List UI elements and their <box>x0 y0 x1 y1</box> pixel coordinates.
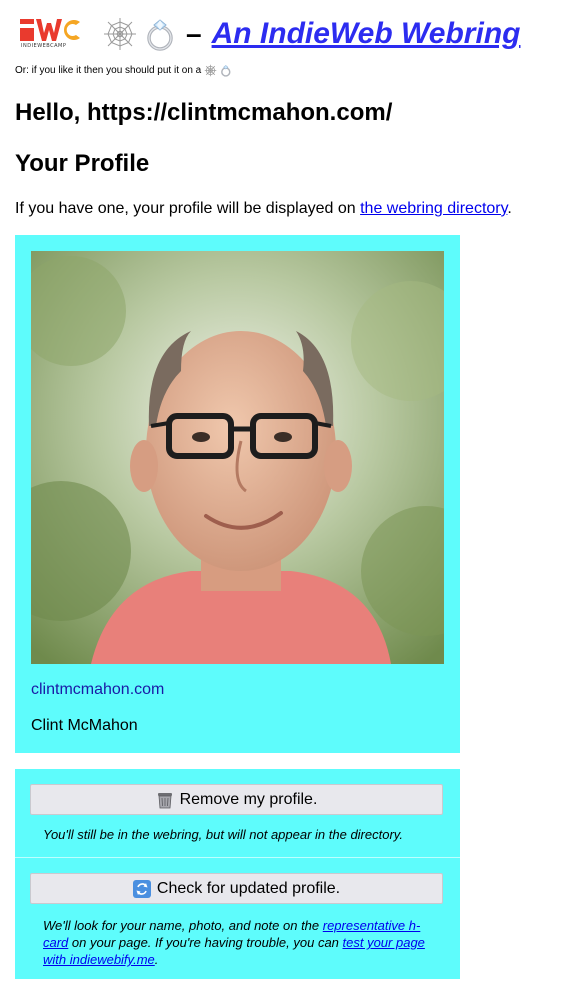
indiewebcamp-logo-mark <box>20 19 80 41</box>
tagline-text: Or: if you like it then you should put i… <box>15 65 202 76</box>
remove-profile-note: You'll still be in the webring, but will… <box>43 827 403 842</box>
logo-caption: INDIEWEBCAMP <box>21 43 67 49</box>
profile-card: clintmcmahon.com Clint McMahon <box>15 235 460 753</box>
refresh-arrows-icon <box>132 879 151 898</box>
intro-end: . <box>507 200 512 217</box>
profile-actions: Remove my profile. You'll still be in th… <box>15 769 460 979</box>
profile-photo-image <box>31 251 444 664</box>
tagline: Or: if you like it then you should put i… <box>15 64 233 77</box>
ring-icon <box>147 19 173 51</box>
check-profile-note: We'll look for your name, photo, and not… <box>43 917 433 968</box>
ring-icon <box>221 65 231 77</box>
profile-name: Clint McMahon <box>31 717 138 734</box>
wastebasket-icon <box>157 792 172 808</box>
check-note-text-2: on your page. If you're having trouble, … <box>68 935 343 950</box>
greeting-heading: Hello, https://clintmcmahon.com/ <box>15 99 393 126</box>
webring-directory-link[interactable]: the webring directory <box>360 200 507 217</box>
profile-heading: Your Profile <box>15 150 150 177</box>
check-note-text-3: . <box>154 952 159 967</box>
check-note-text-1: We'll look for your name, photo, and not… <box>43 918 323 933</box>
profile-intro: If you have one, your profile will be di… <box>15 200 512 218</box>
check-profile-button[interactable]: Check for updated profile. <box>30 873 443 904</box>
indiewebcamp-logo[interactable]: INDIEWEBCAMP <box>20 17 96 51</box>
profile-photo <box>31 251 444 664</box>
remove-profile-button[interactable]: Remove my profile. <box>30 784 443 815</box>
header-separator: – <box>186 18 202 49</box>
remove-profile-label: Remove my profile. <box>179 790 318 808</box>
actions-divider <box>15 857 460 858</box>
spider-web-icon <box>104 18 136 50</box>
site-header: INDIEWEBCAMP – An IndieWeb Webring <box>20 16 520 52</box>
site-title-link[interactable]: An IndieWeb Webring <box>212 17 521 51</box>
spider-web-icon <box>204 64 217 77</box>
profile-url-link[interactable]: clintmcmahon.com <box>31 681 164 699</box>
check-profile-label: Check for updated profile. <box>156 879 341 897</box>
intro-text: If you have one, your profile will be di… <box>15 200 361 217</box>
